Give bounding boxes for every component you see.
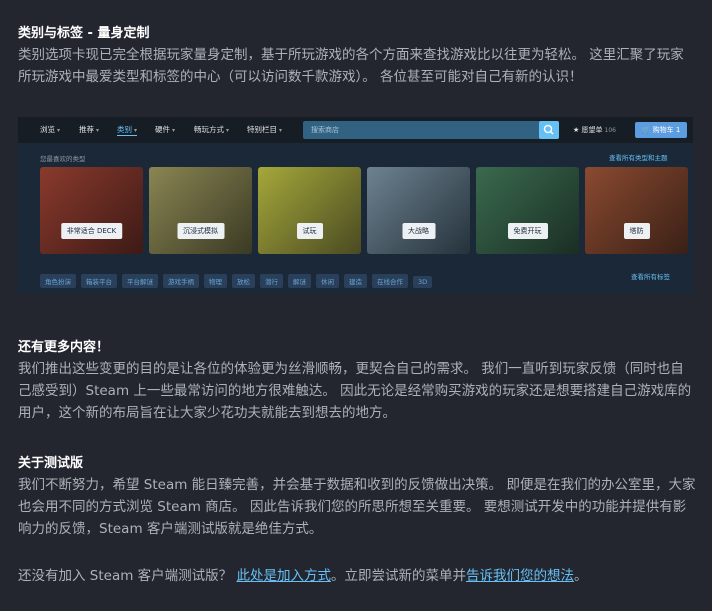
cart-button: 🛒 购物车 1 (635, 122, 687, 138)
section-body-categories: 类别选项卡现已完全根据玩家量身定制，基于所玩游戏的各个方面来查找游戏比以往更为轻… (18, 47, 684, 85)
tag-chip: 休闲 (316, 274, 339, 288)
store-nav-bar: 浏览 ▾ 推荐 ▾ 类别 ▾ 硬件 ▾ 畅玩方式 ▾ 特别栏目 ▾ 搜索商店 ★ 愿望单 10… (18, 117, 693, 143)
star-icon: ★ (573, 126, 580, 134)
nav-item-browse: 浏览 ▾ (40, 125, 61, 134)
footer-text-after: 。 (573, 568, 588, 584)
genre-card: 沉浸式模拟 (149, 167, 252, 254)
wishlist-link: ★ 愿望单 106 (573, 126, 616, 134)
footer-text: 还没有加入 Steam 客户端测试版？ 此处是加入方式。立即尝试新的菜单并告诉我… (18, 565, 696, 587)
store-search-box: 搜索商店 (303, 121, 559, 139)
cart-icon: 🛒 (641, 126, 651, 134)
search-placeholder: 搜索商店 (311, 126, 339, 134)
section-body-more: 我们推出这些变更的目的是让各位的体验更为丝滑顺畅，更契合自己的需求。 我们一直听… (18, 361, 692, 421)
search-button (539, 121, 559, 139)
search-icon (543, 124, 554, 135)
tag-chip: 解谜 (288, 274, 311, 288)
favorite-genres-label: 您最喜欢的类型 (40, 155, 86, 163)
tag-row: 角色扮演 箱装平台 平台解谜 游戏手柄 物理 放松 潜行 解谜 休闲 建造 在线合作 3D (40, 269, 437, 288)
tag-chip: 潜行 (260, 274, 283, 288)
genre-card: 非常适合 DECK (40, 167, 143, 254)
footer-text-before: 还没有加入 Steam 客户端测试版？ (18, 568, 237, 584)
view-all-tags-link: 查看所有标签 (631, 273, 670, 281)
tag-chip: 平台解谜 (122, 274, 158, 288)
genre-card: 塔防 (585, 167, 688, 254)
tag-chip: 在线合作 (372, 274, 408, 288)
section-heading-beta: 关于测试版 (18, 456, 84, 471)
section-heading-categories: 类别与标签 - 量身定制 (18, 26, 150, 41)
tag-chip: 游戏手柄 (163, 274, 199, 288)
genre-card: 免费开玩 (476, 167, 579, 254)
footer-text-middle: 。立即尝试新的菜单并 (330, 568, 466, 584)
tag-chip: 放松 (232, 274, 255, 288)
tag-chip: 物理 (204, 274, 227, 288)
nav-item-ways-to-play: 畅玩方式 ▾ (194, 125, 230, 134)
feedback-link[interactable]: 告诉我们您的想法 (466, 568, 574, 584)
tag-chip: 箱装平台 (81, 274, 117, 288)
tag-chip: 3D (413, 276, 433, 288)
join-beta-link[interactable]: 此处是加入方式 (236, 568, 331, 584)
nav-item-hardware: 硬件 ▾ (155, 125, 176, 134)
nav-item-special-sections: 特别栏目 ▾ (247, 125, 283, 134)
tag-chip: 建造 (344, 274, 367, 288)
store-screenshot: 浏览 ▾ 推荐 ▾ 类别 ▾ 硬件 ▾ 畅玩方式 ▾ 特别栏目 ▾ 搜索商店 ★ 愿望单 10… (18, 117, 693, 294)
view-all-genres-link: 查看所有类型和主题 (609, 154, 668, 162)
genre-card: 试玩 (258, 167, 361, 254)
nav-item-categories: 类别 ▾ (117, 125, 138, 136)
tag-chip: 角色扮演 (40, 274, 76, 288)
section-body-beta: 我们不断努力，希望 Steam 能日臻完善，并会基于数据和收到的反馈做出决策。 … (18, 477, 696, 537)
nav-item-recommended: 推荐 ▾ (79, 125, 100, 134)
section-heading-more: 还有更多内容！ (18, 340, 110, 355)
genre-card: 大战略 (367, 167, 470, 254)
